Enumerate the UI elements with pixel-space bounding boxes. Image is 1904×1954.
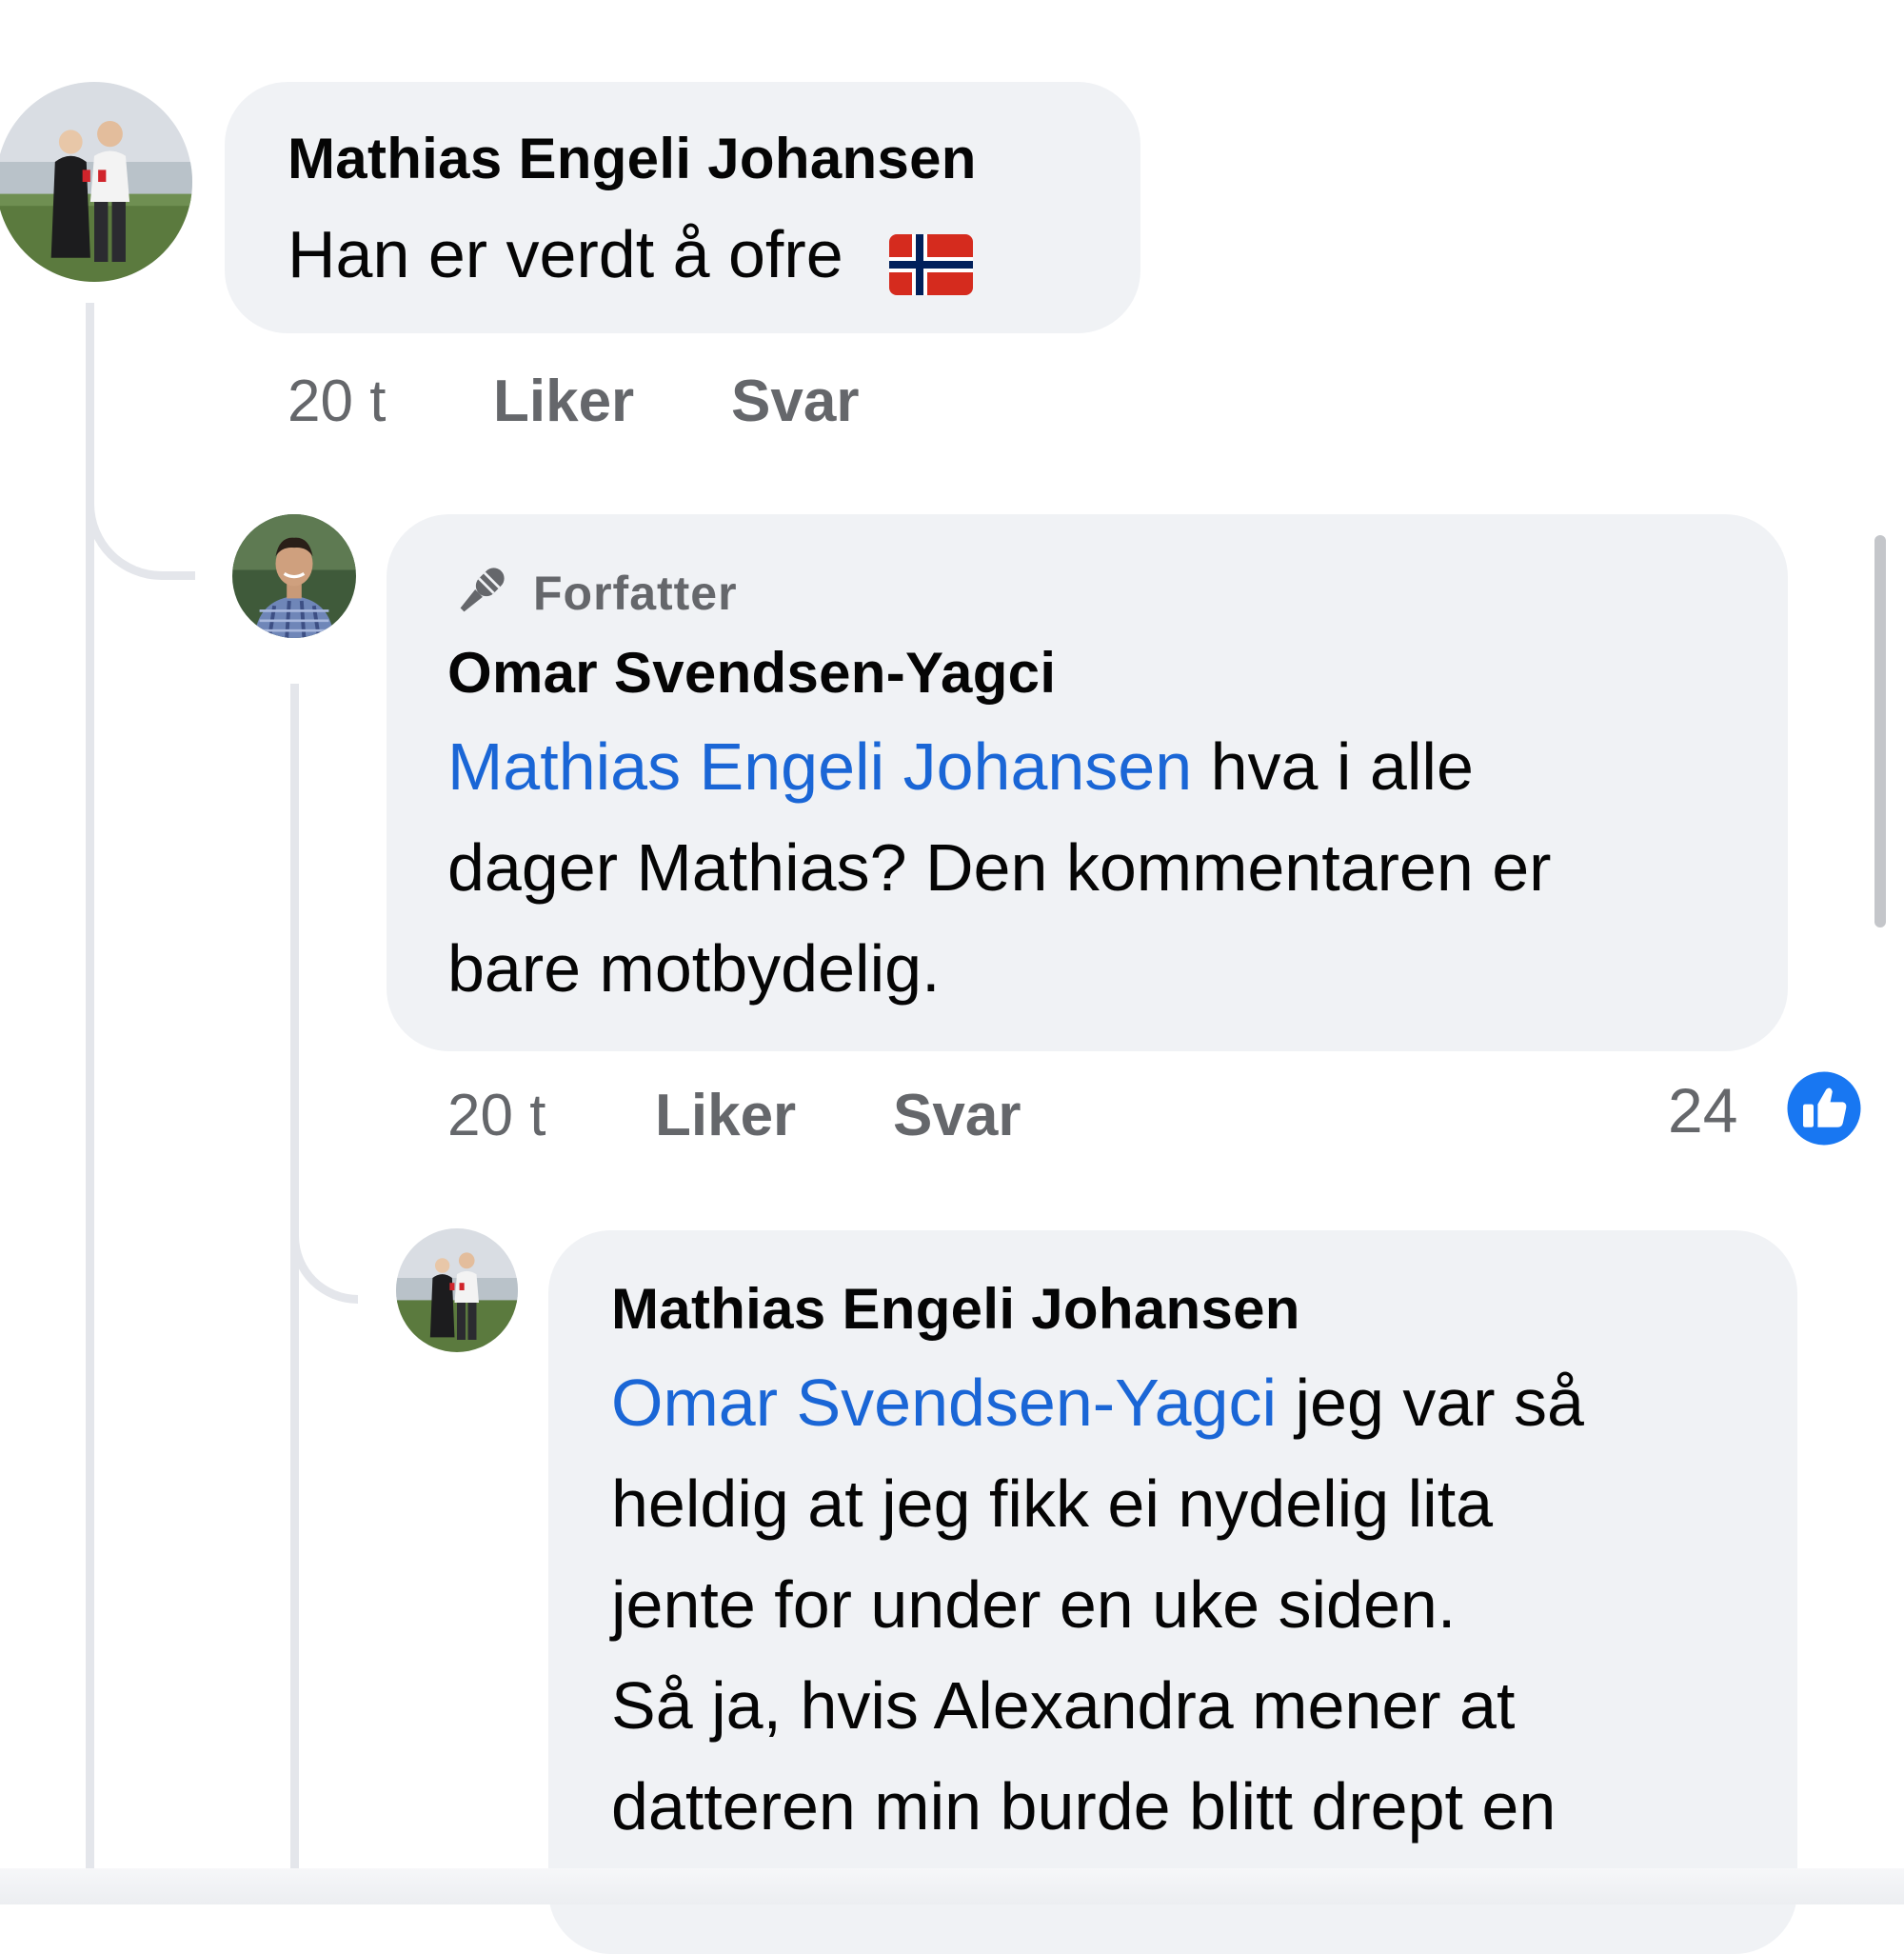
bottom-edge-divider bbox=[0, 1868, 1904, 1904]
thumbs-up-icon[interactable] bbox=[1782, 1067, 1866, 1150]
microphone-icon bbox=[447, 560, 514, 623]
comment-text-content: jeg var så bbox=[1277, 1366, 1584, 1440]
thread-connector-reply-2 bbox=[290, 1200, 358, 1304]
reply-button[interactable]: Svar bbox=[893, 1082, 1021, 1149]
couple-photo-avatar[interactable] bbox=[0, 82, 192, 282]
comment-author[interactable]: Mathias Engeli Johansen bbox=[611, 1276, 1300, 1342]
comment-text-line: jente for under en uke siden. bbox=[611, 1567, 1457, 1642]
comment-text-line: datteren min burde blitt drept en bbox=[611, 1769, 1557, 1844]
thread-connector-reply-1 bbox=[86, 476, 195, 580]
comment-text: Mathias Engeli Johansen hva i alle dager… bbox=[447, 716, 1551, 1019]
comment-author[interactable]: Omar Svendsen-Yagci bbox=[447, 640, 1056, 706]
comment-text: Omar Svendsen-Yagci jeg var så heldig at… bbox=[611, 1352, 1584, 1857]
mention-link[interactable]: Mathias Engeli Johansen bbox=[447, 729, 1192, 804]
norway-flag-emoji bbox=[888, 222, 974, 295]
reply-button[interactable]: Svar bbox=[731, 368, 859, 435]
comment-text-line: heldig at jeg fikk ei nydelig lita bbox=[611, 1466, 1494, 1541]
like-button[interactable]: Liker bbox=[655, 1082, 796, 1149]
reaction-count[interactable]: 24 bbox=[1668, 1074, 1737, 1146]
author-badge: Forfatter bbox=[533, 567, 738, 620]
man-portrait-avatar[interactable] bbox=[232, 514, 356, 638]
comment-text: Han er verdt å ofre bbox=[288, 204, 974, 305]
like-button[interactable]: Liker bbox=[493, 368, 634, 435]
comment-text-content: Han er verdt å ofre bbox=[288, 217, 843, 291]
couple-photo-avatar[interactable] bbox=[396, 1228, 518, 1352]
comment-text-line: bare motbydelig. bbox=[447, 931, 941, 1006]
mention-link[interactable]: Omar Svendsen-Yagci bbox=[611, 1366, 1277, 1440]
comment-text-line: Omar Svendsen-Yagci jeg var så bbox=[611, 1352, 1584, 1453]
comment-timestamp[interactable]: 20 t bbox=[447, 1082, 545, 1149]
thread-line-main bbox=[86, 303, 94, 1884]
comment-author[interactable]: Mathias Engeli Johansen bbox=[288, 126, 977, 191]
comment-timestamp[interactable]: 20 t bbox=[288, 368, 386, 435]
comment-text-line: dager Mathias? Den kommentaren er bbox=[447, 830, 1552, 905]
scrollbar-thumb[interactable] bbox=[1874, 535, 1886, 927]
comment-text-content: hva i alle bbox=[1192, 729, 1474, 804]
comment-text-line: Så ja, hvis Alexandra mener at bbox=[611, 1668, 1516, 1743]
thread-line-reply bbox=[290, 684, 299, 1884]
comment-text-line: Mathias Engeli Johansen hva i alle bbox=[447, 716, 1551, 817]
